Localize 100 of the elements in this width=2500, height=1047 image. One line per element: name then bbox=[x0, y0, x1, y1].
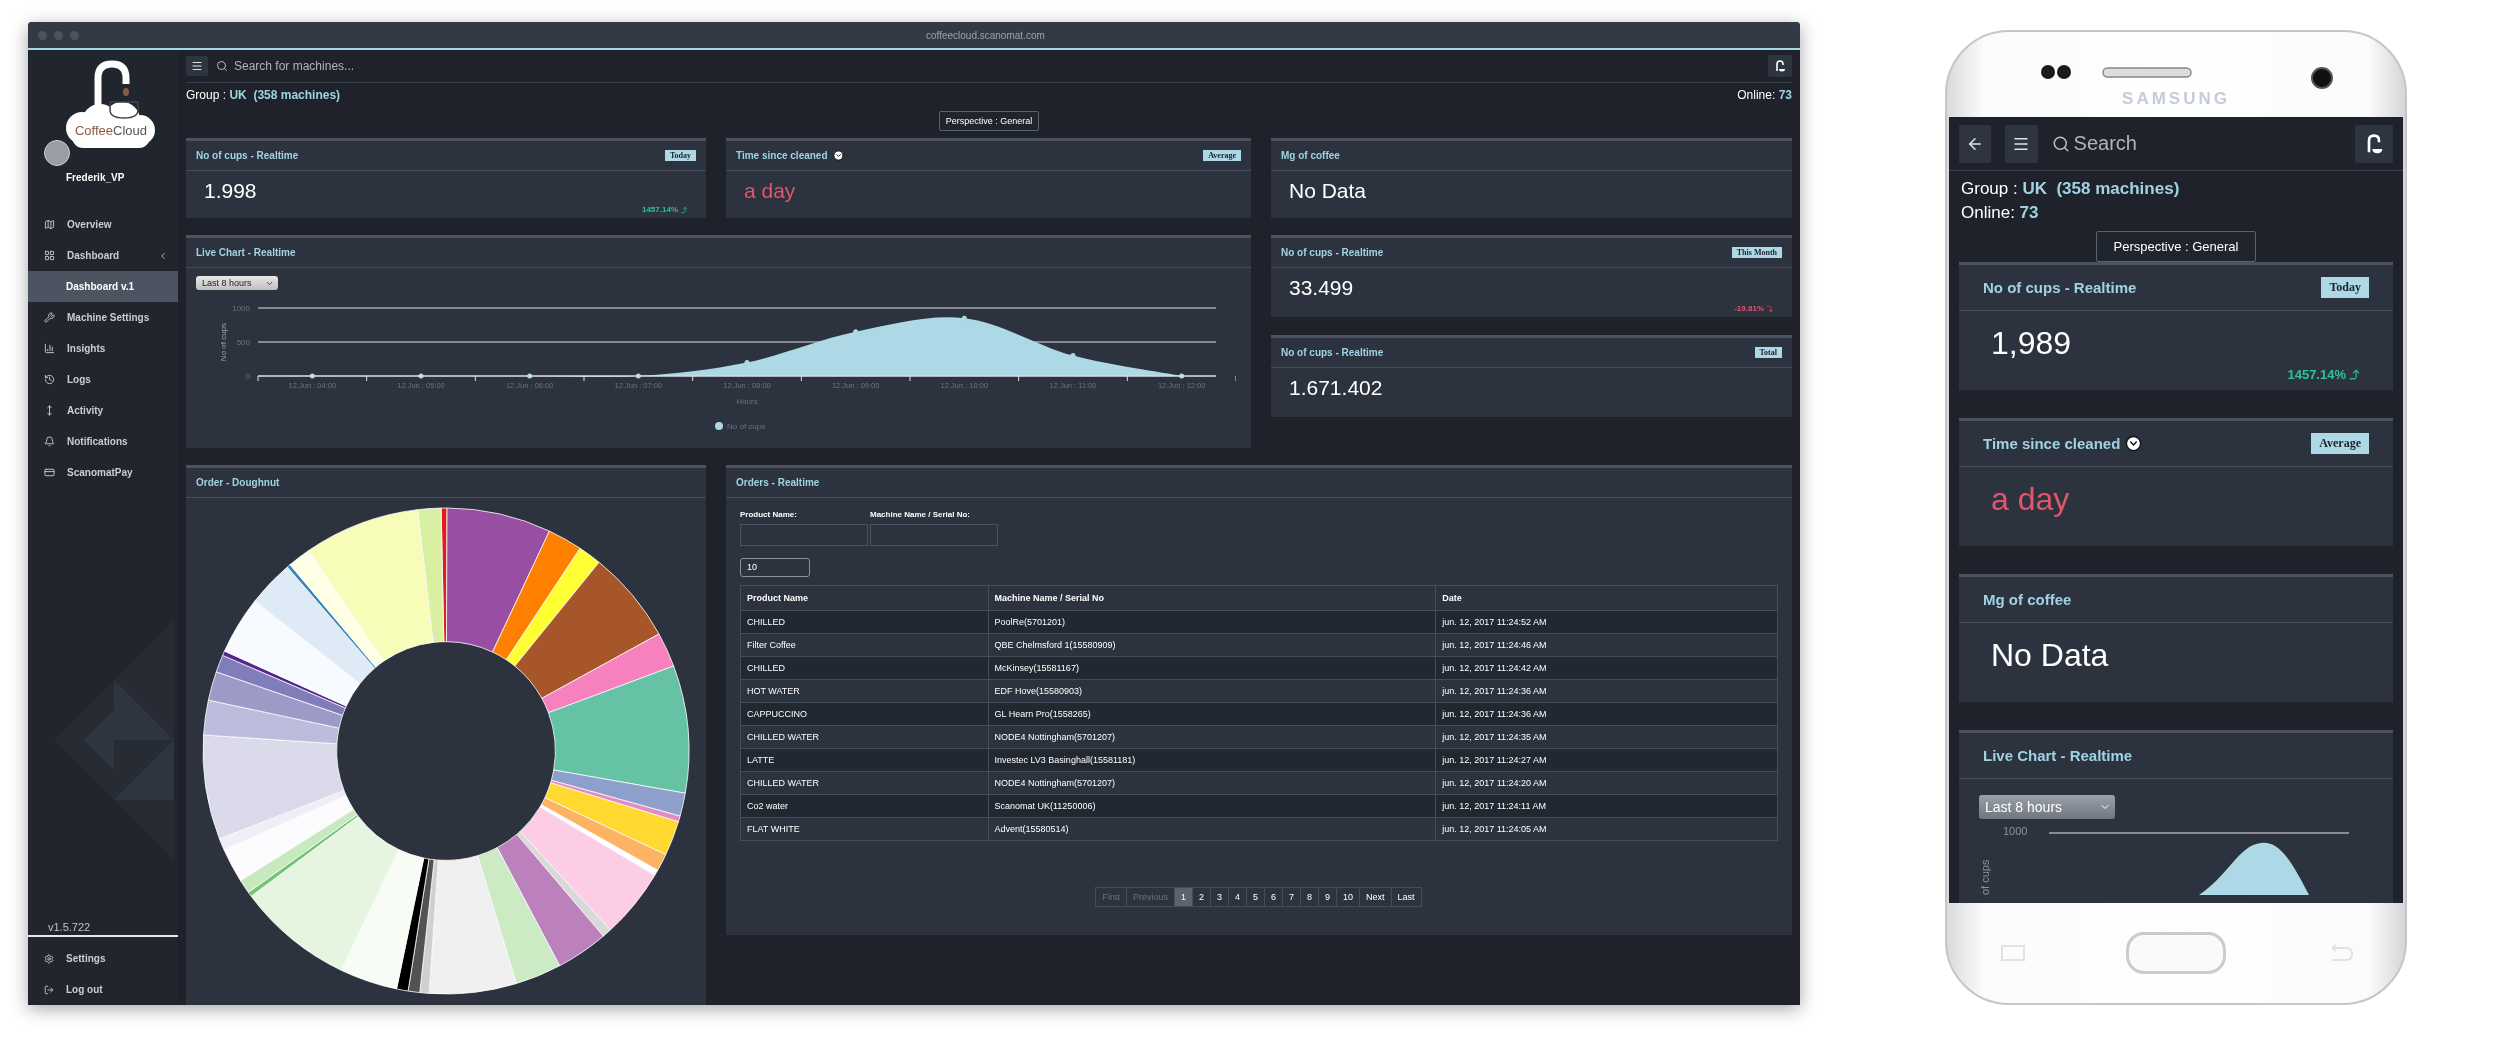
online-count: 73 bbox=[2019, 203, 2039, 222]
version-label: v1.5.722 bbox=[47, 921, 92, 933]
menu-icon bbox=[191, 60, 203, 72]
group-label: Group : bbox=[1961, 179, 2019, 198]
filter-field[interactable] bbox=[870, 524, 998, 546]
trend-up-icon bbox=[2348, 368, 2361, 381]
card-title: Mg of coffee bbox=[1281, 150, 1340, 161]
card-value: No Data bbox=[1289, 179, 1368, 203]
nav-item[interactable]: Insights bbox=[28, 333, 178, 364]
filter-field[interactable] bbox=[740, 524, 868, 546]
column-header: Machine Name / Serial No bbox=[988, 585, 1436, 610]
page-button[interactable]: Last bbox=[1390, 886, 1422, 907]
search-field[interactable]: Search for machines... bbox=[232, 58, 1760, 74]
column-header: Product Name bbox=[740, 585, 988, 610]
table-cell: jun. 12, 2017 11:24:46 AM bbox=[1435, 633, 1778, 656]
card-title: No of cups - Realtime bbox=[1983, 279, 2137, 296]
nav-item[interactable]: Dashboard bbox=[28, 240, 178, 271]
table-cell: jun. 12, 2017 11:24:27 AM bbox=[1435, 748, 1778, 771]
table-cell: Investec LV3 Basinghall(15581181) bbox=[988, 748, 1436, 771]
table-cell: NODE4 Nottingham(5701207) bbox=[988, 771, 1436, 794]
data-point bbox=[1070, 353, 1076, 359]
perspective-button[interactable]: Perspective : General bbox=[2096, 231, 2256, 262]
back-button[interactable] bbox=[1959, 124, 1992, 163]
nav-item[interactable]: Activity bbox=[28, 395, 178, 426]
range-select[interactable]: Last 8 hours bbox=[196, 276, 278, 290]
dropdown-icon[interactable] bbox=[2125, 435, 2143, 452]
change-percent: 1457.14% bbox=[2287, 367, 2361, 382]
period-badge: Today bbox=[664, 150, 696, 161]
table-cell: HOT WATER bbox=[740, 679, 988, 702]
page-button[interactable]: 4 bbox=[1227, 886, 1247, 907]
page-button[interactable]: 6 bbox=[1264, 886, 1283, 907]
online-label: Online: bbox=[1961, 203, 2016, 222]
search-field[interactable]: Search bbox=[2071, 131, 2341, 156]
nav-item[interactable]: ScanomatPay bbox=[28, 457, 178, 488]
table-cell: Co2 water bbox=[740, 794, 988, 817]
nav-item[interactable]: Settings bbox=[28, 943, 178, 974]
table-cell: jun. 12, 2017 11:24:52 AM bbox=[1435, 610, 1778, 633]
faucet-button[interactable] bbox=[1768, 55, 1792, 77]
page-size-field[interactable]: 10 bbox=[740, 557, 810, 577]
panel-title: Live Chart - Realtime bbox=[196, 247, 296, 258]
perspective-button[interactable]: Perspective : General bbox=[938, 111, 1040, 131]
page-button[interactable]: 3 bbox=[1209, 886, 1229, 907]
change-percent: 1457.14% bbox=[641, 205, 688, 214]
card-value: 33.499 bbox=[1289, 276, 1355, 300]
table-cell: CHILLED WATER bbox=[740, 725, 988, 748]
data-point bbox=[853, 329, 859, 335]
nav-subitem[interactable]: Dashboard v.1 bbox=[28, 271, 178, 302]
wrench-icon bbox=[44, 312, 55, 323]
nav-item[interactable]: Machine Settings bbox=[28, 302, 178, 333]
online-count: 73 bbox=[1778, 88, 1792, 102]
data-point bbox=[418, 373, 424, 379]
group-label: Group : bbox=[186, 88, 228, 102]
nav-item[interactable]: Notifications bbox=[28, 426, 178, 457]
page-button[interactable]: 9 bbox=[1318, 886, 1338, 907]
trend-down-icon bbox=[1766, 304, 1774, 313]
period-badge: Today bbox=[2321, 277, 2369, 298]
card-value: No Data bbox=[1991, 637, 2110, 674]
browser-url[interactable]: coffeecloud.scanomat.com bbox=[926, 29, 1045, 41]
page-button[interactable]: 10 bbox=[1336, 886, 1361, 907]
axis-title: of cups bbox=[1979, 858, 1991, 895]
page-button[interactable]: Next bbox=[1359, 886, 1392, 907]
menu-button[interactable] bbox=[186, 56, 208, 76]
card-title: No of cups - Realtime bbox=[196, 150, 299, 161]
nav-item[interactable]: Overview bbox=[28, 209, 178, 240]
table-cell: CAPPUCCINO bbox=[740, 702, 988, 725]
card-value: 1.671.402 bbox=[1289, 376, 1384, 400]
table-cell: QBE Chelmsford 1(15580909) bbox=[988, 633, 1436, 656]
card-value: 1,989 bbox=[1991, 325, 2073, 362]
table-cell: jun. 12, 2017 11:24:20 AM bbox=[1435, 771, 1778, 794]
user-avatar[interactable] bbox=[44, 140, 70, 166]
search-icon bbox=[2051, 134, 2070, 153]
machine-count: (358 machines) bbox=[2055, 179, 2180, 198]
data-point bbox=[527, 373, 533, 379]
table-cell: GL Hearn Pro(1558265) bbox=[988, 702, 1436, 725]
faucet-button[interactable] bbox=[2354, 124, 2393, 163]
dropdown-icon[interactable] bbox=[832, 150, 844, 161]
page-button[interactable]: 2 bbox=[1191, 886, 1211, 907]
logo-text: CoffeeCloud bbox=[75, 123, 147, 138]
online-label: Online: bbox=[1737, 88, 1777, 102]
page-button[interactable]: 7 bbox=[1282, 886, 1301, 907]
table-cell: Advent(15580514) bbox=[988, 817, 1436, 840]
card-title: No of cups - Realtime bbox=[1281, 347, 1384, 358]
table-cell: jun. 12, 2017 11:24:11 AM bbox=[1435, 794, 1778, 817]
data-point bbox=[635, 373, 641, 379]
table-cell: McKinsey(15581167) bbox=[988, 656, 1436, 679]
table-cell: EDF Hove(15580903) bbox=[988, 679, 1436, 702]
search-icon bbox=[216, 60, 228, 72]
filter-label: Machine Name / Serial No: bbox=[870, 510, 972, 519]
page-button[interactable]: 8 bbox=[1300, 886, 1320, 907]
card-icon bbox=[44, 467, 55, 478]
vertical-arrows-icon bbox=[44, 405, 55, 416]
menu-button[interactable] bbox=[2005, 124, 2038, 163]
nav-item[interactable]: Logs bbox=[28, 364, 178, 395]
bell-icon bbox=[44, 436, 55, 447]
machine-count: (358 machines) bbox=[252, 88, 341, 102]
page-button[interactable]: 5 bbox=[1245, 886, 1265, 907]
change-percent: -19.81% bbox=[1734, 304, 1774, 313]
nav-item[interactable]: Log out bbox=[28, 974, 178, 1005]
table-cell: CHILLED bbox=[740, 656, 988, 679]
page-button[interactable]: 1 bbox=[1173, 886, 1193, 907]
